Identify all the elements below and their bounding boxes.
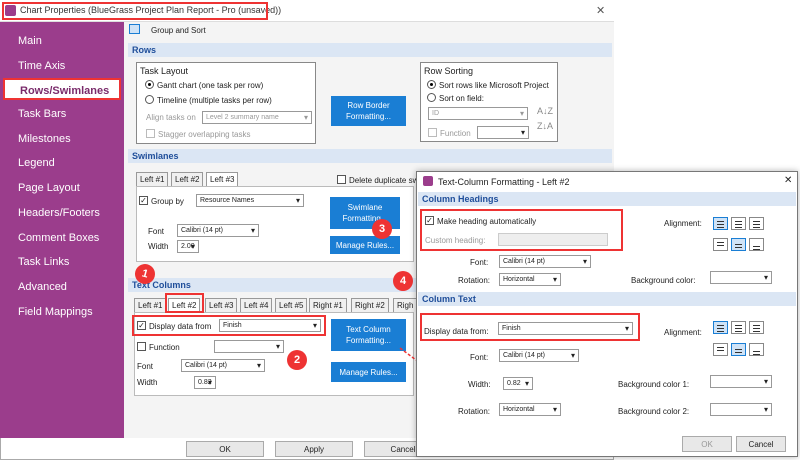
dialog-rotation-label: Rotation:: [458, 407, 491, 416]
heading-valign-top-button[interactable]: [713, 238, 728, 251]
dialog-text-font-select[interactable]: Calibri (14 pt): [499, 349, 579, 362]
bg-color-2-select[interactable]: [710, 403, 772, 416]
dialog-text-alignment-label: Alignment:: [664, 328, 702, 337]
heading-font-select[interactable]: Calibri (14 pt): [499, 255, 591, 268]
heading-valign-bottom-button[interactable]: [749, 238, 764, 251]
heading-rotation-select[interactable]: Horizontal: [499, 273, 561, 286]
text-align-left-button[interactable]: [713, 321, 728, 334]
heading-font-label: Font:: [470, 258, 489, 267]
dialog-ok-button[interactable]: OK: [682, 436, 732, 452]
dialog-cancel-button[interactable]: Cancel: [736, 436, 786, 452]
bg-color-1-label: Background color 1:: [618, 380, 690, 389]
text-valign-bottom-button[interactable]: [749, 343, 764, 356]
text-align-right-button[interactable]: [749, 321, 764, 334]
dialog-icon: [423, 176, 433, 186]
heading-align-right-button[interactable]: [749, 217, 764, 230]
text-valign-middle-button[interactable]: [731, 343, 746, 356]
heading-bg-color-label: Background color:: [631, 276, 696, 285]
text-align-center-button[interactable]: [731, 321, 746, 334]
column-headings-header: Column Headings: [418, 192, 796, 206]
bg-color-2-label: Background color 2:: [618, 407, 690, 416]
heading-valign-middle-button[interactable]: [731, 238, 746, 251]
dialog-width-input[interactable]: 0.82: [503, 377, 533, 390]
heading-align-center-button[interactable]: [731, 217, 746, 230]
dialog-width-label: Width:: [468, 380, 491, 389]
column-text-header: Column Text: [418, 292, 796, 306]
heading-bg-color-select[interactable]: [710, 271, 772, 284]
heading-align-left-button[interactable]: [713, 217, 728, 230]
dialog-close-icon[interactable]: ✕: [784, 175, 792, 186]
dialog-rotation-select[interactable]: Horizontal: [499, 403, 561, 416]
text-valign-top-button[interactable]: [713, 343, 728, 356]
dialog-title: Text-Column Formatting - Left #2: [438, 177, 570, 187]
dialog-display-data-highlight: [420, 313, 640, 341]
heading-rotation-label: Rotation:: [458, 276, 491, 285]
bg-color-1-select[interactable]: [710, 375, 772, 388]
dialog-text-font-label: Font:: [470, 353, 489, 362]
heading-highlight: [420, 209, 623, 251]
heading-alignment-label: Alignment:: [664, 219, 702, 228]
